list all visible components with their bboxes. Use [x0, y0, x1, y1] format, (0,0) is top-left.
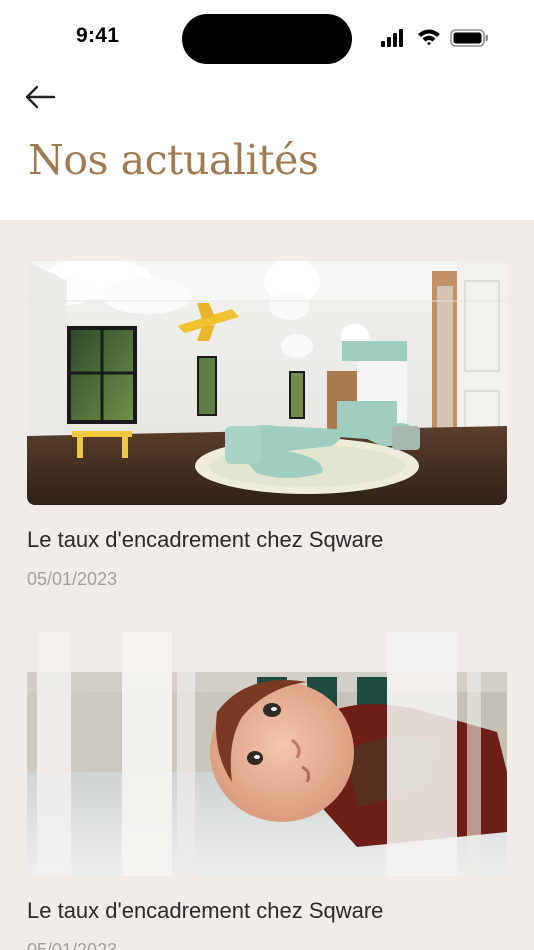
- news-date: 05/01/2023: [27, 940, 118, 950]
- news-image[interactable]: [27, 632, 507, 876]
- nursery-playroom-photo: [27, 261, 507, 505]
- news-image[interactable]: [27, 261, 507, 505]
- status-icons: [380, 26, 490, 50]
- wifi-icon: [418, 29, 440, 46]
- arrow-left-icon: [25, 85, 56, 109]
- status-time: 9:41: [76, 24, 120, 47]
- cellular-signal-icon: [381, 29, 403, 47]
- news-title: Le taux d'encadrement chez Sqware: [27, 527, 384, 552]
- news-card[interactable]: Le taux d'encadrement chez Sqware 05/01/…: [27, 632, 507, 950]
- news-list: Le taux d'encadrement chez Sqware 05/01/…: [0, 220, 534, 950]
- news-title: Le taux d'encadrement chez Sqware: [27, 898, 384, 923]
- header: Nos actualités: [0, 76, 534, 220]
- news-card[interactable]: Le taux d'encadrement chez Sqware 05/01/…: [27, 261, 507, 590]
- dynamic-island: [182, 14, 352, 64]
- status-bar: 9:41: [0, 0, 534, 76]
- baby-in-crib-photo: [27, 632, 507, 876]
- page-title: Nos actualités: [28, 136, 319, 184]
- back-button[interactable]: [22, 82, 62, 112]
- battery-icon: [450, 29, 488, 47]
- news-date: 05/01/2023: [27, 569, 118, 589]
